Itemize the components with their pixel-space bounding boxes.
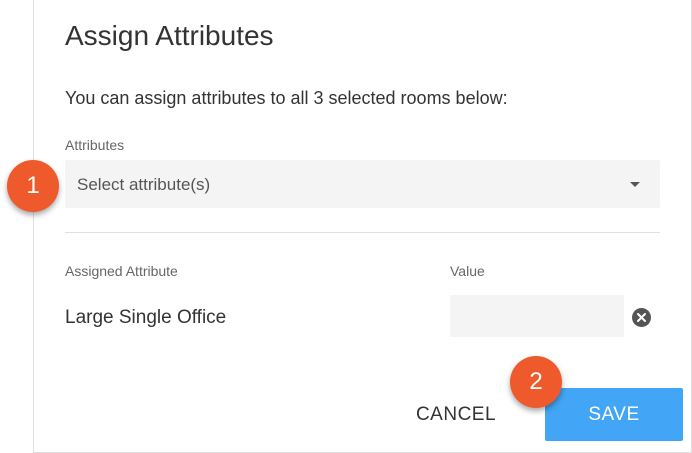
value-header: Value xyxy=(450,263,485,279)
attributes-select-placeholder: Select attribute(s) xyxy=(77,175,211,194)
remove-circle-icon[interactable] xyxy=(632,308,651,327)
attributes-select[interactable]: Select attribute(s) xyxy=(65,160,660,208)
caret-down-icon xyxy=(630,182,640,187)
attribute-value-input[interactable] xyxy=(450,295,624,337)
cancel-button[interactable]: CANCEL xyxy=(404,389,508,441)
callout-badge-1: 1 xyxy=(7,160,59,212)
assigned-attribute-name: Large Single Office xyxy=(65,307,227,328)
divider xyxy=(65,232,660,233)
assign-attributes-dialog: Assign Attributes You can assign attribu… xyxy=(33,0,692,453)
dialog-description: You can assign attributes to all 3 selec… xyxy=(65,88,508,108)
dialog-title: Assign Attributes xyxy=(65,20,274,51)
save-button[interactable]: SAVE xyxy=(545,388,683,441)
callout-badge-2: 2 xyxy=(510,356,562,408)
attributes-label: Attributes xyxy=(65,137,125,153)
assigned-attribute-header: Assigned Attribute xyxy=(65,263,178,279)
